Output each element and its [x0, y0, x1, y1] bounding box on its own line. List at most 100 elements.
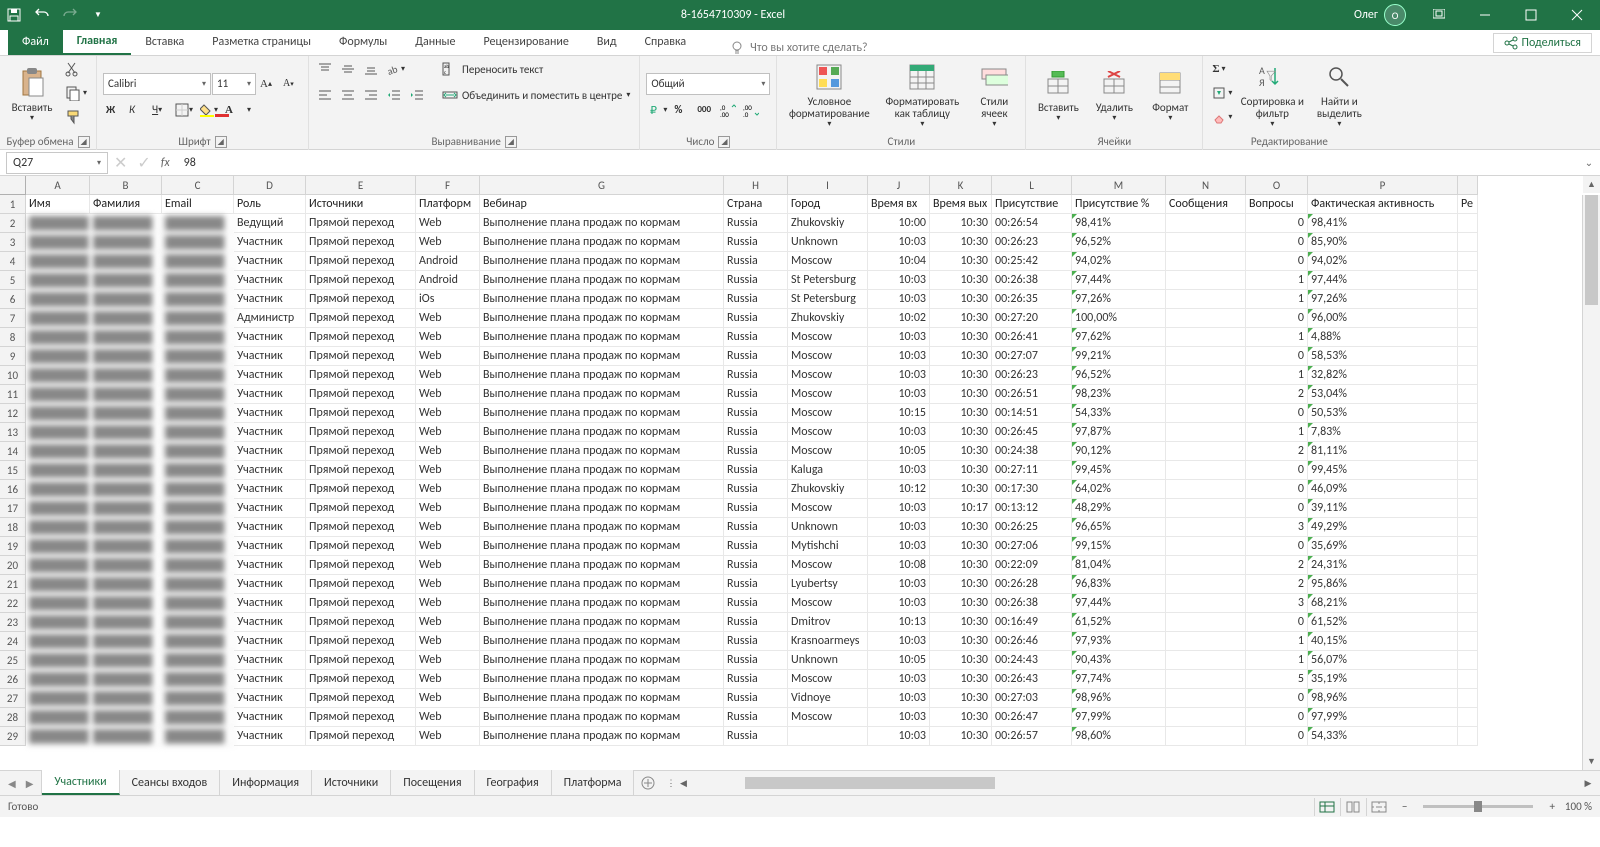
minimize-icon[interactable]	[1462, 0, 1508, 30]
cell[interactable]: 10:30	[930, 233, 992, 252]
row-header[interactable]: 15	[0, 461, 26, 480]
cell[interactable]: Russia	[724, 404, 788, 423]
cell[interactable]: ███████	[90, 594, 162, 613]
cell[interactable]: Участник	[234, 689, 306, 708]
cell[interactable]: 0	[1246, 480, 1308, 499]
cell[interactable]: ███████	[90, 670, 162, 689]
percent-format-icon[interactable]: %	[671, 99, 693, 121]
cell[interactable]: 10:00	[868, 214, 930, 233]
sheet-tab[interactable]: География	[475, 770, 552, 795]
cell[interactable]: Web	[416, 347, 480, 366]
cell[interactable]	[1166, 480, 1246, 499]
cell[interactable]: Moscow	[788, 252, 868, 271]
cell[interactable]: Russia	[724, 480, 788, 499]
cancel-formula-icon[interactable]: ✕	[114, 153, 127, 173]
format-as-table-button[interactable]: Форматировать как таблицу▾	[879, 58, 965, 130]
zoom-in-icon[interactable]: +	[1549, 800, 1554, 813]
zoom-level[interactable]: 100 %	[1565, 800, 1592, 813]
cell[interactable]: ███████	[26, 271, 90, 290]
cell[interactable]: Выполнение плана продаж по кормам	[480, 613, 724, 632]
cell[interactable]: 1	[1246, 423, 1308, 442]
cell[interactable]: 0	[1246, 309, 1308, 328]
cell[interactable]: 10:03	[868, 689, 930, 708]
normal-view-icon[interactable]	[1314, 798, 1340, 816]
cell[interactable]: ███████	[90, 385, 162, 404]
cell[interactable]: ███████	[162, 537, 234, 556]
cell[interactable]	[1166, 689, 1246, 708]
cell[interactable]: Web	[416, 518, 480, 537]
share-button[interactable]: Поделиться	[1493, 33, 1592, 53]
cell[interactable]: Выполнение плана продаж по кормам	[480, 290, 724, 309]
cell[interactable]: ███████	[26, 575, 90, 594]
cell[interactable]: 10:30	[930, 613, 992, 632]
increase-indent-icon[interactable]	[407, 84, 429, 106]
cell[interactable]: ███████	[90, 309, 162, 328]
cell[interactable]	[1458, 613, 1478, 632]
sheet-tab[interactable]: Источники	[312, 770, 391, 795]
cell[interactable]: Прямой переход	[306, 423, 416, 442]
cell[interactable]: Участник	[234, 442, 306, 461]
cell[interactable]: 2	[1246, 556, 1308, 575]
cell[interactable]: Участник	[234, 594, 306, 613]
cell[interactable]: Прямой переход	[306, 404, 416, 423]
cell[interactable]: ███████	[162, 328, 234, 347]
cell[interactable]: 10:03	[868, 632, 930, 651]
cell[interactable]: 49,29%	[1308, 518, 1458, 537]
cell[interactable]: ███████	[90, 214, 162, 233]
column-header[interactable]: D	[234, 176, 306, 195]
cell[interactable]: ███████	[90, 461, 162, 480]
cell[interactable]: 1	[1246, 632, 1308, 651]
autosum-icon[interactable]: Σ▾	[1209, 58, 1235, 80]
cell[interactable]: 96,52%	[1072, 233, 1166, 252]
row-header[interactable]: 27	[0, 689, 26, 708]
format-painter-icon[interactable]	[62, 106, 90, 128]
cell[interactable]: ███████	[26, 328, 90, 347]
cell[interactable]: Russia	[724, 537, 788, 556]
cell[interactable]: ███████	[90, 347, 162, 366]
number-format-combo[interactable]: Общий▾	[646, 73, 770, 95]
cell[interactable]: ███████	[26, 442, 90, 461]
sheet-prev-icon[interactable]: ◀	[8, 777, 16, 790]
cell[interactable]	[1166, 214, 1246, 233]
cell[interactable]: Zhukovskiy	[788, 214, 868, 233]
header-cell[interactable]: Ре	[1458, 195, 1478, 214]
cell[interactable]: 10:30	[930, 328, 992, 347]
qa-customize-icon[interactable]: ▼	[84, 0, 112, 30]
vscroll-thumb[interactable]	[1585, 195, 1598, 305]
cell[interactable]: ███████	[90, 689, 162, 708]
cell[interactable]: 97,62%	[1072, 328, 1166, 347]
cell[interactable]: Участник	[234, 404, 306, 423]
cell[interactable]: Выполнение плана продаж по кормам	[480, 442, 724, 461]
cell[interactable]	[1458, 689, 1478, 708]
cell[interactable]: ███████	[26, 651, 90, 670]
cell[interactable]: ███████	[90, 708, 162, 727]
cell[interactable]: Участник	[234, 556, 306, 575]
column-header[interactable]: O	[1246, 176, 1308, 195]
cell[interactable]: ███████	[90, 632, 162, 651]
cell[interactable]: Moscow	[788, 442, 868, 461]
increase-font-icon[interactable]: A▴	[257, 73, 279, 95]
cell[interactable]: Web	[416, 309, 480, 328]
cell[interactable]: Прямой переход	[306, 271, 416, 290]
cell[interactable]	[1458, 233, 1478, 252]
cell[interactable]: ███████	[162, 708, 234, 727]
cell[interactable]: ███████	[90, 480, 162, 499]
fill-icon[interactable]: ▾	[1209, 82, 1235, 104]
cell[interactable]: 99,21%	[1072, 347, 1166, 366]
tab-insert[interactable]: Вставка	[131, 29, 198, 55]
row-header[interactable]: 10	[0, 366, 26, 385]
cell[interactable]: Участник	[234, 632, 306, 651]
tab-home[interactable]: Главная	[63, 29, 132, 55]
cell[interactable]: 0	[1246, 613, 1308, 632]
column-header[interactable]	[1458, 176, 1478, 195]
cell[interactable]: Выполнение плана продаж по кормам	[480, 328, 724, 347]
cell[interactable]: Участник	[234, 575, 306, 594]
cell[interactable]	[1458, 594, 1478, 613]
header-cell[interactable]: Имя	[26, 195, 90, 214]
scroll-up-icon[interactable]: ▲	[1583, 176, 1600, 193]
cell[interactable]: 10:03	[868, 537, 930, 556]
cell[interactable]: 00:26:57	[992, 727, 1072, 746]
cell[interactable]: ███████	[26, 366, 90, 385]
cut-icon[interactable]	[62, 58, 90, 80]
row-header[interactable]: 11	[0, 385, 26, 404]
